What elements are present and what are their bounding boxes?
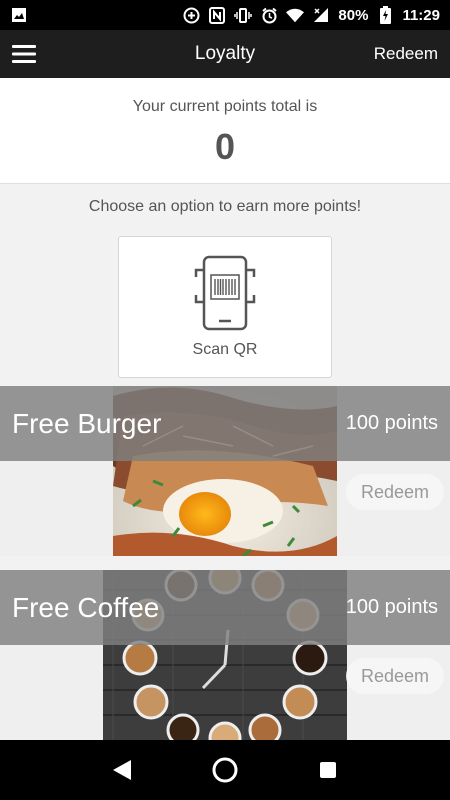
home-circle-icon xyxy=(212,757,238,783)
points-total: 0 xyxy=(214,126,236,167)
reward-banner: Free Burger 100 points xyxy=(0,386,450,461)
phone-barcode-icon xyxy=(194,255,256,331)
battery-percent: 80% xyxy=(338,6,369,24)
system-nav-bar xyxy=(0,740,450,800)
data-saver-icon xyxy=(182,6,200,24)
reward-title: Free Coffee xyxy=(12,591,160,623)
status-time: 11:29 xyxy=(402,6,440,24)
reward-points: 100 points xyxy=(345,596,438,618)
app-bar: Loyalty Redeem xyxy=(0,30,450,78)
redeem-nav-button[interactable]: Redeem xyxy=(374,30,438,78)
points-label: Your current points total is xyxy=(132,98,318,115)
nfc-icon xyxy=(208,6,226,24)
home-button[interactable] xyxy=(205,750,245,790)
redeem-button[interactable]: Redeem xyxy=(346,658,444,694)
reward-banner: Free Coffee 100 points xyxy=(0,570,450,645)
reward-card-coffee[interactable]: Free Coffee 100 points Redeem xyxy=(0,570,450,740)
reward-points: 100 points xyxy=(345,412,438,434)
back-button[interactable] xyxy=(102,750,142,790)
reward-card-burger[interactable]: Free Burger 100 points Redeem xyxy=(0,386,450,556)
image-icon xyxy=(10,6,28,24)
status-bar: 80% 11:29 xyxy=(0,0,450,30)
alarm-icon xyxy=(260,6,278,24)
battery-charging-icon xyxy=(376,6,394,24)
back-triangle-icon xyxy=(112,760,131,780)
vibrate-icon xyxy=(234,6,253,24)
reward-title: Free Burger xyxy=(12,407,162,439)
hamburger-menu-icon xyxy=(12,45,36,63)
recents-button[interactable] xyxy=(308,750,348,790)
wifi-icon xyxy=(286,6,305,24)
scan-qr-button[interactable]: Scan QR xyxy=(118,236,332,378)
earn-points-label: Choose an option to earn more points! xyxy=(88,198,362,215)
menu-button[interactable] xyxy=(0,30,48,78)
redeem-button[interactable]: Redeem xyxy=(346,474,444,510)
signal-icon xyxy=(312,6,330,24)
scan-qr-label: Scan QR xyxy=(192,341,258,358)
recents-square-icon xyxy=(320,762,337,778)
points-panel: Your current points total is 0 xyxy=(0,78,450,184)
